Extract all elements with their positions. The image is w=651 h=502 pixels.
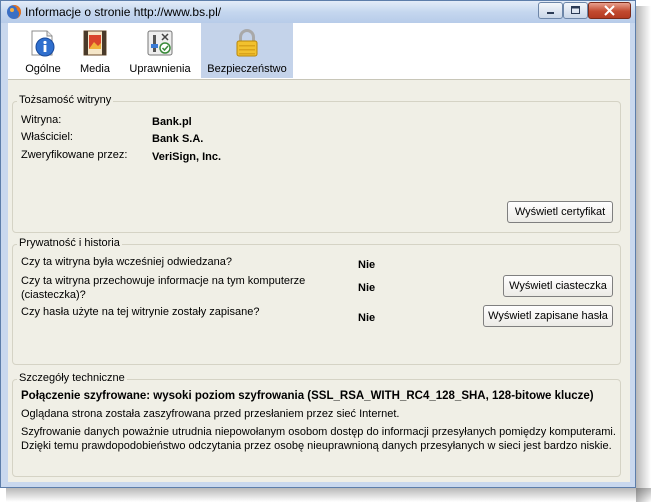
page-info-window: Informacje o stronie http://www.bs.pl/ O… [0, 0, 636, 488]
cookies-answer: Nie [358, 282, 376, 294]
privacy-history-legend: Prywatność i historia [17, 237, 122, 249]
firefox-icon [7, 5, 21, 19]
tab-general-label: Ogólne [25, 63, 61, 75]
cookies-question-line1: Czy ta witryna przechowuje informacje na… [21, 275, 306, 287]
tab-permissions[interactable]: Uprawnienia [124, 23, 196, 78]
close-icon [604, 5, 615, 16]
cookies-question-line2: (ciasteczka)? [21, 289, 86, 301]
tab-security-label: Bezpieczeństwo [207, 63, 287, 75]
minimize-button[interactable] [538, 2, 563, 19]
permissions-icon [147, 30, 173, 56]
tab-security[interactable]: Bezpieczeństwo [201, 23, 293, 78]
window-shadow-right [636, 6, 651, 502]
general-info-icon [31, 30, 55, 57]
tab-media-label: Media [80, 63, 110, 75]
maximize-icon [571, 6, 580, 14]
view-certificate-button[interactable]: Wyświetl certyfikat [507, 201, 613, 223]
encryption-desc-line3: Dzięki temu prawdopodobieństwo odczytani… [21, 440, 612, 452]
site-identity-group: Tożsamość witryny Witryna: Bank.pl Właśc… [12, 94, 621, 233]
visited-question: Czy ta witryna była wcześniej odwiedzana… [21, 256, 232, 268]
encryption-desc-line2: Szyfrowanie danych poważnie utrudnia nie… [21, 426, 616, 438]
minimize-icon [547, 12, 554, 14]
window-shadow-bottom [6, 488, 651, 502]
technical-details-legend: Szczegóły techniczne [17, 372, 127, 384]
verified-by-label: Zweryfikowane przez: [21, 149, 128, 161]
view-passwords-button[interactable]: Wyświetl zapisane hasła [483, 305, 613, 327]
maximize-button[interactable] [563, 2, 588, 19]
passwords-question: Czy hasła użyte na tej witrynie zostały … [21, 306, 260, 318]
padlock-icon [236, 29, 258, 57]
site-value: Bank.pl [152, 116, 192, 128]
encryption-desc-line1: Oglądana strona została zaszyfrowana prz… [21, 408, 400, 420]
site-label: Witryna: [21, 114, 62, 126]
window-title: Informacje o stronie http://www.bs.pl/ [25, 5, 222, 19]
tab-permissions-label: Uprawnienia [129, 63, 191, 75]
verified-by-value: VeriSign, Inc. [152, 151, 222, 163]
site-identity-legend: Tożsamość witryny [17, 94, 114, 106]
visited-answer: Nie [358, 259, 376, 271]
encryption-headline: Połączenie szyfrowane: wysoki poziom szy… [21, 390, 594, 402]
tab-toolbar: Ogólne Media Uprawnienia Bezpieczeństwo [8, 23, 630, 80]
passwords-answer: Nie [358, 312, 376, 324]
technical-details-group: Szczegóły techniczne Połączenie szyfrowa… [12, 372, 621, 477]
media-icon [83, 30, 107, 56]
view-cookies-button[interactable]: Wyświetl ciasteczka [503, 275, 613, 297]
privacy-history-group: Prywatność i historia Czy ta witryna był… [12, 237, 621, 365]
dialog-content: Ogólne Media Uprawnienia Bezpieczeństwo … [8, 23, 630, 482]
tab-media[interactable]: Media [72, 23, 118, 78]
owner-value: Bank S.A. [152, 133, 204, 145]
close-button[interactable] [588, 2, 631, 19]
owner-label: Właściciel: [21, 131, 73, 143]
title-bar[interactable]: Informacje o stronie http://www.bs.pl/ [1, 1, 635, 23]
tab-general[interactable]: Ogólne [16, 23, 70, 78]
